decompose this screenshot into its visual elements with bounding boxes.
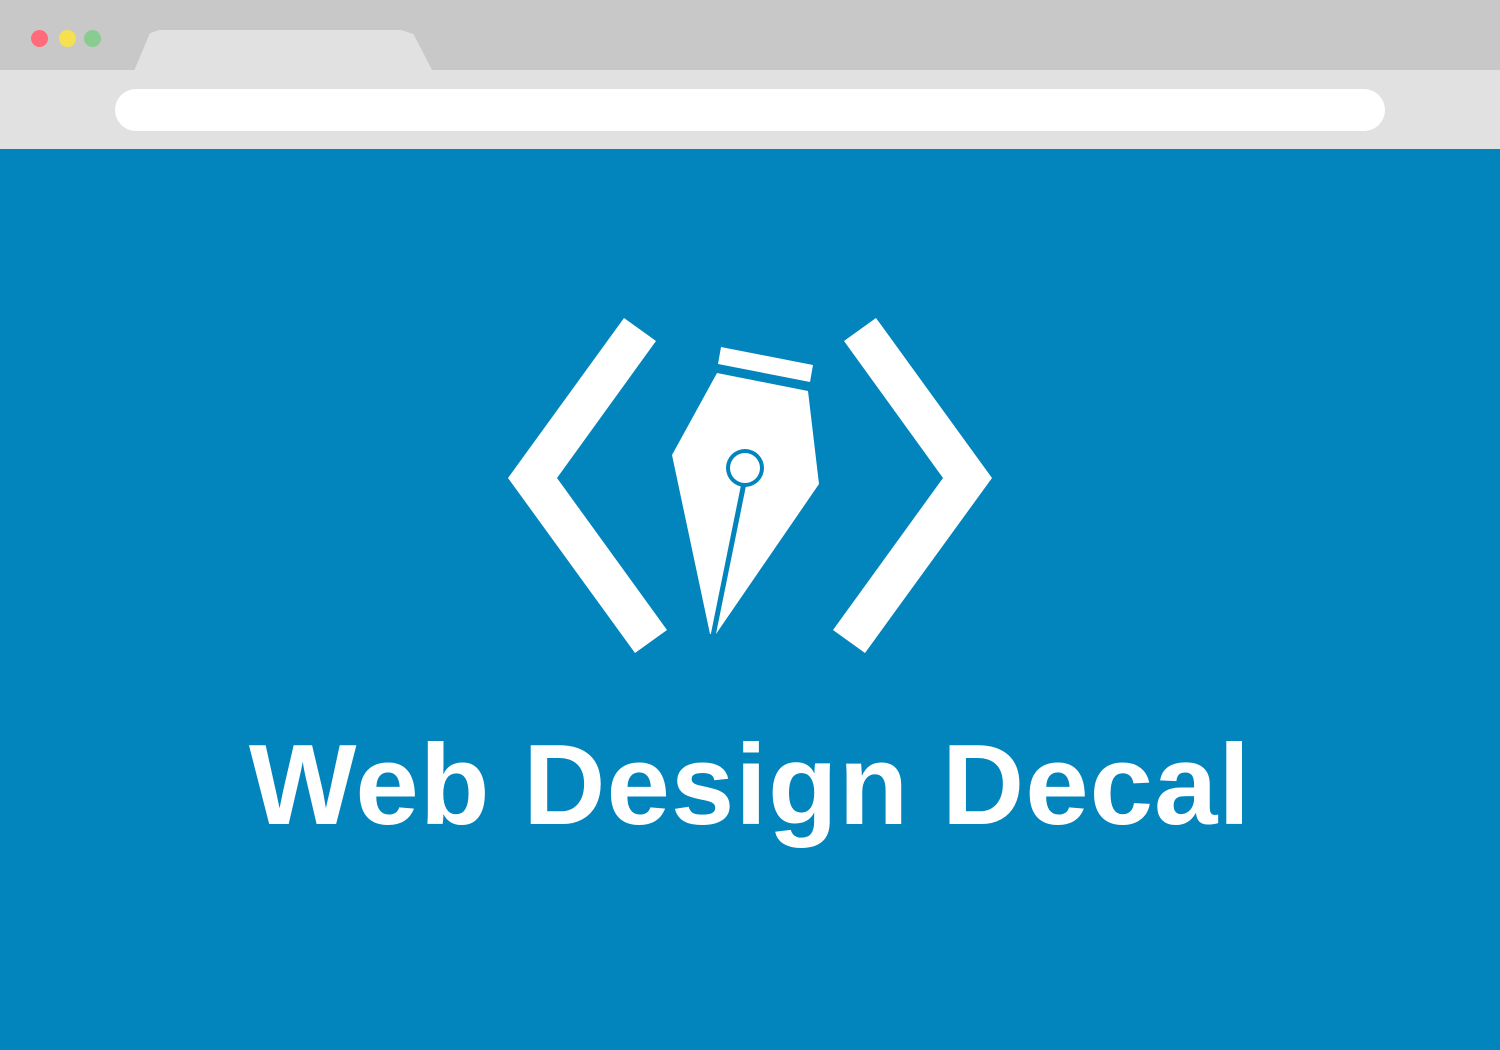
pen-nib-icon [672,373,819,634]
page-title: Web Design Decal [248,722,1252,849]
left-bracket-icon [508,318,667,653]
code-brackets-pen-nib-icon [508,318,992,653]
right-bracket-icon [833,318,992,653]
